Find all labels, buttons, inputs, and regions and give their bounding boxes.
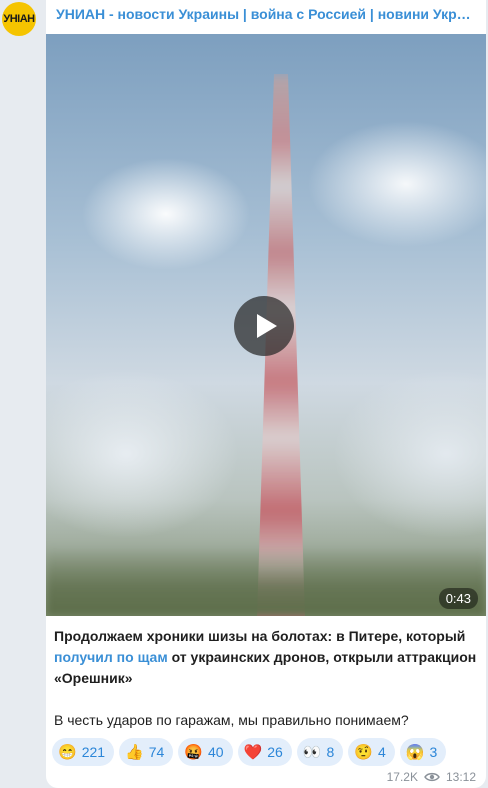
scream-emoji-icon: 😱 [405,743,425,761]
message-paragraph-1: Продолжаем хроники шизы на болотах: в Пи… [54,626,478,689]
reaction-thumbs-up[interactable]: 👍 74 [119,738,174,766]
video-duration: 0:43 [438,588,478,609]
reaction-cursing[interactable]: 🤬 40 [178,738,233,766]
reaction-eyes[interactable]: 👀 8 [296,738,344,766]
eye-icon [424,772,440,782]
raised-eyebrow-emoji-icon: 🤨 [354,743,374,761]
avatar-logo-text: УНІАН [3,13,35,25]
message-text-part1: Продолжаем хроники шизы на болотах: в Пи… [54,628,466,644]
message-bubble: УНИАН - новости Украины | война с Россие… [46,0,486,788]
reaction-count: 40 [208,744,224,760]
cursing-face-emoji-icon: 🤬 [184,743,203,761]
reaction-count: 26 [267,744,283,760]
thumbs-up-emoji-icon: 👍 [125,743,144,761]
reaction-scream[interactable]: 😱 3 [399,738,447,766]
reactions-bar: 😁 221 👍 74 🤬 40 ❤️ 26 👀 8 🤨 4 😱 3 [52,738,482,766]
reaction-count: 3 [429,744,438,760]
message-meta: 17.2K 13:12 [387,770,476,784]
message-paragraph-2: В честь ударов по гаражам, мы правильно … [54,712,409,728]
reaction-count: 74 [148,744,165,760]
reaction-count: 4 [378,744,386,760]
video-preview[interactable]: 0:43 [46,34,486,616]
grin-emoji-icon: 😁 [58,743,77,761]
reaction-raised-eyebrow[interactable]: 🤨 4 [348,738,395,766]
channel-avatar[interactable]: УНІАН [2,2,36,36]
message-text: Продолжаем хроники шизы на болотах: в Пи… [54,626,478,731]
play-icon [257,314,277,338]
reaction-grin[interactable]: 😁 221 [52,738,115,766]
reaction-count: 8 [326,744,335,760]
heart-emoji-icon: ❤️ [243,743,263,761]
message-link[interactable]: получил по щам [54,649,168,665]
reaction-count: 221 [81,744,106,760]
channel-name[interactable]: УНИАН - новости Украины | война с Россие… [56,6,476,22]
play-button[interactable] [234,296,294,356]
reaction-heart[interactable]: ❤️ 26 [237,738,292,766]
eyes-emoji-icon: 👀 [302,743,322,761]
blurred-trees-image [46,546,486,616]
message-time: 13:12 [445,770,476,784]
view-count: 17.2K [386,770,418,784]
